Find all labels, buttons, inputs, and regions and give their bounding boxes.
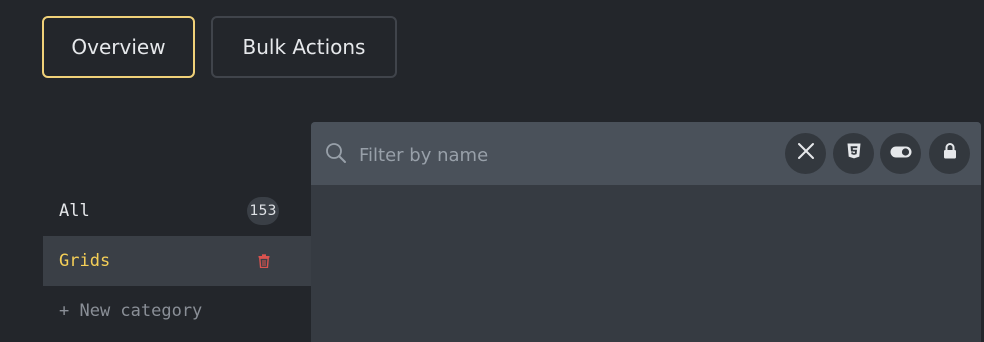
- filter-input[interactable]: [357, 134, 781, 176]
- new-category-label: + New category: [59, 301, 203, 321]
- category-item-all[interactable]: All 153: [43, 186, 311, 236]
- category-label: All: [59, 201, 90, 221]
- count-badge: 153: [247, 197, 279, 225]
- tab-overview-label: Overview: [71, 35, 166, 59]
- tab-bulk-actions-label: Bulk Actions: [242, 35, 366, 59]
- lock-icon: [943, 143, 957, 164]
- toggle-filter-button[interactable]: [880, 133, 921, 174]
- css3-icon: [847, 143, 861, 164]
- filter-bar: [311, 122, 981, 185]
- category-item-grids[interactable]: Grids: [43, 236, 311, 286]
- page: Overview Bulk Actions All 153 Grids + Ne…: [0, 0, 984, 342]
- search-icon: [325, 142, 347, 164]
- css-filter-button[interactable]: [833, 133, 874, 174]
- category-label: Grids: [59, 251, 111, 271]
- toggle-icon: [890, 145, 912, 163]
- tab-overview[interactable]: Overview: [42, 16, 195, 78]
- new-category-button[interactable]: + New category: [43, 286, 311, 336]
- close-icon: [797, 142, 815, 165]
- tab-bulk-actions[interactable]: Bulk Actions: [211, 16, 397, 78]
- clear-filter-button[interactable]: [785, 133, 826, 174]
- trash-icon[interactable]: [257, 253, 271, 269]
- content-panel: [311, 122, 981, 342]
- lock-filter-button[interactable]: [929, 133, 970, 174]
- category-sidebar: All 153 Grids + New category: [43, 186, 311, 336]
